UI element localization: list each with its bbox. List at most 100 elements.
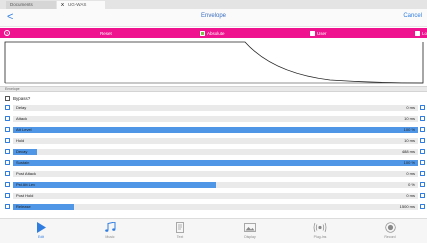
param-slider[interactable]: Delay 0 ms [13, 104, 418, 111]
param-slider[interactable]: Sustain 100 % [13, 159, 418, 166]
param-right-toggle[interactable] [420, 105, 425, 110]
absolute-checkbox[interactable] [200, 30, 205, 36]
param-value: 0 ms [406, 171, 415, 176]
param-name: Hold [16, 138, 25, 143]
tabbar-label: Edit [37, 235, 45, 239]
envelope-toolbar: ? Reset Absolute User Lo [0, 28, 427, 38]
param-slider-fill [13, 126, 418, 133]
tabbar-music[interactable]: Music [90, 222, 130, 239]
reset-button[interactable]: Reset [100, 31, 112, 36]
param-row-attack: Attack 10 ms [0, 115, 427, 122]
play-icon [37, 222, 46, 233]
tab-ug-was-label: UG-WAS [68, 2, 87, 7]
param-left-toggle[interactable] [5, 105, 10, 110]
navigation-bar: < Envelope Cancel [0, 9, 427, 27]
param-name: Release [16, 204, 31, 209]
param-row-post-hold: Post Hold 0 ms [0, 192, 427, 199]
extra-label: Lo [422, 30, 427, 36]
tabbar-label: Music [105, 235, 115, 239]
cancel-button[interactable]: Cancel [403, 13, 422, 19]
tab-close-icon[interactable]: X [61, 2, 64, 7]
param-name: Pst Att Lev [16, 182, 36, 187]
tabbar-label: Plug-Ins [313, 235, 327, 239]
param-row-delay: Delay 0 ms [0, 104, 427, 111]
envelope-curve [4, 41, 424, 84]
param-row-release: Release 1500 ms [0, 203, 427, 210]
param-row-decay: Decay 488 ms [0, 148, 427, 155]
param-slider[interactable]: Att Level 100 % [13, 126, 418, 133]
param-left-toggle[interactable] [5, 138, 10, 143]
user-checkbox[interactable] [310, 30, 315, 36]
param-left-toggle[interactable] [5, 160, 10, 165]
param-left-toggle[interactable] [5, 116, 10, 121]
document-icon [176, 222, 184, 233]
param-value: 0 ms [406, 105, 415, 110]
param-slider[interactable]: Post Attack 0 ms [13, 170, 418, 177]
param-slider[interactable]: Release 1500 ms [13, 203, 418, 210]
tab-documents-label: Documents [10, 2, 33, 7]
tabbar-record[interactable]: Record [370, 222, 410, 239]
bypass-row[interactable]: Bypass? [0, 94, 427, 103]
param-right-toggle[interactable] [420, 160, 425, 165]
music-note-icon [105, 222, 116, 232]
param-value: 1500 ms [399, 204, 415, 209]
tab-documents[interactable]: Documents [6, 1, 56, 9]
param-left-toggle[interactable] [5, 204, 10, 209]
param-right-toggle[interactable] [420, 193, 425, 198]
param-value: 100 % [403, 160, 415, 165]
tabbar-label: Record [384, 235, 396, 239]
extra-checkbox[interactable] [415, 30, 420, 36]
param-slider-fill [13, 159, 418, 166]
param-right-toggle[interactable] [420, 116, 425, 121]
param-slider[interactable]: Pst Att Lev 0 % [13, 181, 418, 188]
param-left-toggle[interactable] [5, 149, 10, 154]
param-value: 100 % [403, 127, 415, 132]
param-right-toggle[interactable] [420, 204, 425, 209]
tabbar-plugins[interactable]: Plug-Ins [300, 222, 340, 239]
param-value: 0 ms [406, 193, 415, 198]
plugin-icon [313, 222, 327, 233]
param-slider[interactable]: Attack 10 ms [13, 115, 418, 122]
param-row-pst-att-lev: Pst Att Lev 0 % [0, 181, 427, 188]
param-slider[interactable]: Decay 488 ms [13, 148, 418, 155]
bypass-checkbox[interactable] [5, 96, 10, 101]
param-right-toggle[interactable] [420, 138, 425, 143]
param-value: 0 % [408, 182, 415, 187]
tabbar-label: Display [244, 235, 256, 239]
param-right-toggle[interactable] [420, 171, 425, 176]
tabbar-display[interactable]: Display [230, 222, 270, 239]
param-left-toggle[interactable] [5, 193, 10, 198]
envelope-curve-svg [4, 41, 424, 84]
param-right-toggle[interactable] [420, 127, 425, 132]
tabbar-edit[interactable]: Edit [21, 222, 61, 239]
bottom-tab-bar: Edit Music Text Display Plug-Ins Record [0, 218, 427, 243]
param-name: Post Attack [16, 171, 37, 176]
document-tab-strip: Documents X UG-WAS [0, 0, 427, 9]
param-name: Post Hold [16, 193, 34, 198]
param-value: 488 ms [401, 149, 415, 154]
param-name: Att Level [16, 127, 32, 132]
record-icon [384, 222, 396, 233]
param-slider-fill [13, 181, 216, 188]
param-right-toggle[interactable] [420, 182, 425, 187]
user-label: User [317, 30, 327, 36]
param-left-toggle[interactable] [5, 127, 10, 132]
param-name: Delay [16, 105, 27, 110]
param-row-hold: Hold 10 ms [0, 137, 427, 144]
param-slider[interactable]: Post Hold 0 ms [13, 192, 418, 199]
param-right-toggle[interactable] [420, 149, 425, 154]
absolute-label: Absolute [207, 30, 225, 36]
param-slider[interactable]: Hold 10 ms [13, 137, 418, 144]
bypass-label: Bypass? [13, 96, 31, 101]
section-header: Envelope [0, 86, 427, 92]
tab-ug-was[interactable]: X UG-WAS [57, 1, 105, 9]
tabbar-text[interactable]: Text [160, 222, 200, 239]
param-name: Decay [16, 149, 28, 154]
param-row-sustain: Sustain 100 % [0, 159, 427, 166]
envelope-graph[interactable] [0, 39, 427, 86]
param-left-toggle[interactable] [5, 182, 10, 187]
param-name: Sustain [16, 160, 30, 165]
param-name: Attack [16, 116, 28, 121]
param-left-toggle[interactable] [5, 171, 10, 176]
help-icon[interactable]: ? [4, 29, 10, 36]
